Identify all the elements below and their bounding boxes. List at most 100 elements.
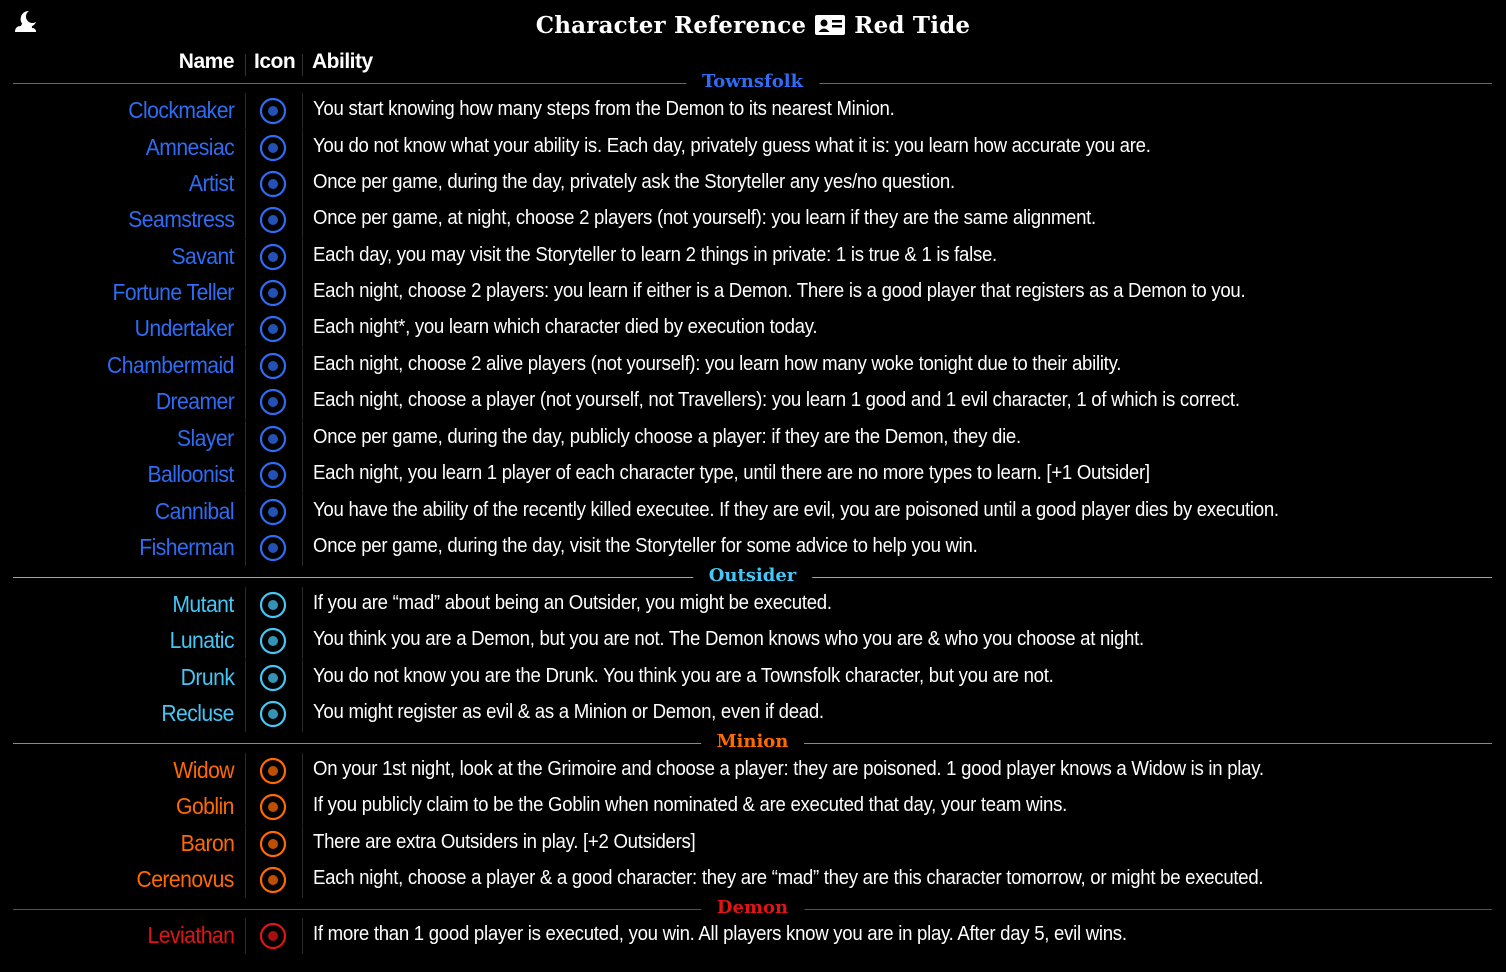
character-row[interactable]: Balloonist Each night, you learn 1 player…	[0, 457, 1506, 493]
platter-icon	[256, 496, 290, 528]
title-left: Character Reference	[535, 11, 807, 39]
character-name[interactable]: Seamstress	[128, 206, 235, 233]
column-divider	[245, 202, 246, 238]
column-divider	[302, 623, 303, 659]
column-divider	[302, 384, 303, 420]
column-divider	[302, 862, 303, 898]
column-divider	[245, 494, 246, 530]
character-row[interactable]: Dreamer Each night, choose a player (not …	[0, 384, 1506, 420]
character-ability: Once per game, during the day, visit the…	[313, 535, 978, 557]
feather-duster-icon	[256, 350, 290, 382]
column-divider	[302, 421, 303, 457]
column-divider	[302, 789, 303, 825]
character-name[interactable]: Undertaker	[135, 315, 235, 342]
character-row[interactable]: Baron There are extra Outsiders in play. …	[0, 826, 1506, 862]
character-ability: There are extra Outsiders in play. [+2 O…	[313, 831, 696, 853]
fish-icon	[256, 532, 290, 564]
character-row[interactable]: Savant Each day, you may visit the Storyt…	[0, 239, 1506, 275]
column-divider	[245, 623, 246, 659]
character-row[interactable]: Undertaker Each night*, you learn which c…	[0, 311, 1506, 347]
column-divider	[302, 587, 303, 623]
character-name[interactable]: Savant	[171, 243, 234, 270]
character-name[interactable]: Dreamer	[156, 388, 235, 415]
character-row[interactable]: Fortune Teller Each night, choose 2 playe…	[0, 275, 1506, 311]
dream-waves-icon	[256, 386, 290, 418]
character-name[interactable]: Chambermaid	[107, 352, 234, 379]
character-name[interactable]: Leviathan	[147, 922, 234, 949]
character-row[interactable]: Slayer Once per game, during the day, pub…	[0, 421, 1506, 457]
tent-icon	[256, 589, 290, 621]
character-row[interactable]: Drunk You do not know you are the Drunk. …	[0, 660, 1506, 696]
column-divider	[245, 753, 246, 789]
column-divider	[302, 826, 303, 862]
character-name[interactable]: Fisherman	[139, 534, 235, 561]
column-divider	[245, 530, 246, 566]
character-name[interactable]: Lunatic	[170, 627, 235, 654]
character-ability: If you are “mad” about being an Outsider…	[313, 592, 832, 614]
column-divider	[302, 239, 303, 275]
column-divider	[245, 130, 246, 166]
character-row[interactable]: Amnesiac You do not know what your abilit…	[0, 130, 1506, 166]
column-divider	[245, 421, 246, 457]
character-row[interactable]: Mutant If you are “mad” about being an Ou…	[0, 587, 1506, 623]
character-row[interactable]: Lunatic You think you are a Demon, but yo…	[0, 623, 1506, 659]
character-row[interactable]: Cannibal You have the ability of the rece…	[0, 494, 1506, 530]
column-divider	[245, 239, 246, 275]
column-divider	[302, 753, 303, 789]
character-row[interactable]: Goblin If you publicly claim to be the Go…	[0, 789, 1506, 825]
section-header-outsider: Outsider	[13, 566, 1492, 587]
character-row[interactable]: Fisherman Once per game, during the day, …	[0, 530, 1506, 566]
character-name[interactable]: Clockmaker	[128, 97, 235, 124]
character-name[interactable]: Baron	[180, 830, 234, 857]
column-divider	[245, 587, 246, 623]
character-row[interactable]: Leviathan If more than 1 good player is e…	[0, 918, 1506, 954]
character-row[interactable]: Seamstress Once per game, at night, choos…	[0, 202, 1506, 238]
section-header-demon: Demon	[13, 898, 1492, 919]
column-divider	[302, 93, 303, 129]
character-ability: Each night, you learn 1 player of each c…	[313, 462, 1150, 484]
question-mark-icon	[256, 132, 290, 164]
character-ability: Once per game, during the day, publicly …	[313, 426, 1021, 448]
column-divider	[302, 696, 303, 732]
crystal-ball-icon	[256, 277, 290, 309]
character-row[interactable]: Recluse You might register as evil & as a…	[0, 696, 1506, 732]
character-name[interactable]: Recluse	[161, 700, 234, 727]
character-ability: You have the ability of the recently kil…	[313, 499, 1279, 521]
character-name[interactable]: Drunk	[180, 664, 234, 691]
character-row[interactable]: Cerenovus Each night, choose a player & a…	[0, 862, 1506, 898]
column-divider	[302, 311, 303, 347]
character-row[interactable]: Clockmaker You start knowing how many ste…	[0, 93, 1506, 129]
character-name[interactable]: Slayer	[177, 425, 234, 452]
character-name[interactable]: Fortune Teller	[113, 279, 235, 306]
section-label: Townsfolk	[685, 72, 820, 92]
character-ability: You do not know what your ability is. Ea…	[313, 135, 1151, 157]
wheelchair-icon	[256, 241, 290, 273]
character-name[interactable]: Balloonist	[148, 461, 235, 488]
character-name[interactable]: Cerenovus	[137, 866, 235, 893]
column-divider	[245, 660, 246, 696]
balloon-icon	[256, 459, 290, 491]
page-title: Character Reference Red Tide	[0, 8, 1506, 42]
character-name[interactable]: Amnesiac	[146, 134, 235, 161]
spider-icon	[256, 755, 290, 787]
character-name[interactable]: Artist	[189, 170, 234, 197]
character-row[interactable]: Chambermaid Each night, choose 2 alive pl…	[0, 348, 1506, 384]
column-divider	[245, 275, 246, 311]
character-ability: Once per game, at night, choose 2 player…	[313, 207, 1096, 229]
column-divider	[302, 348, 303, 384]
tentacles-icon	[256, 920, 290, 952]
character-name[interactable]: Goblin	[176, 793, 234, 820]
character-row[interactable]: Artist Once per game, during the day, pri…	[0, 166, 1506, 202]
character-row[interactable]: Widow On your 1st night, look at the Grim…	[0, 753, 1506, 789]
column-divider	[245, 789, 246, 825]
character-name[interactable]: Widow	[173, 757, 234, 784]
character-name[interactable]: Cannibal	[155, 498, 235, 525]
column-divider	[245, 93, 246, 129]
character-ability: Each night, choose a player (not yoursel…	[313, 389, 1240, 411]
character-name[interactable]: Mutant	[173, 591, 235, 618]
header-icon: Icon	[254, 50, 296, 73]
scissors-icon	[256, 204, 290, 236]
column-divider	[245, 862, 246, 898]
character-ability: You start knowing how many steps from th…	[313, 98, 895, 120]
header-ability: Ability	[312, 50, 373, 73]
